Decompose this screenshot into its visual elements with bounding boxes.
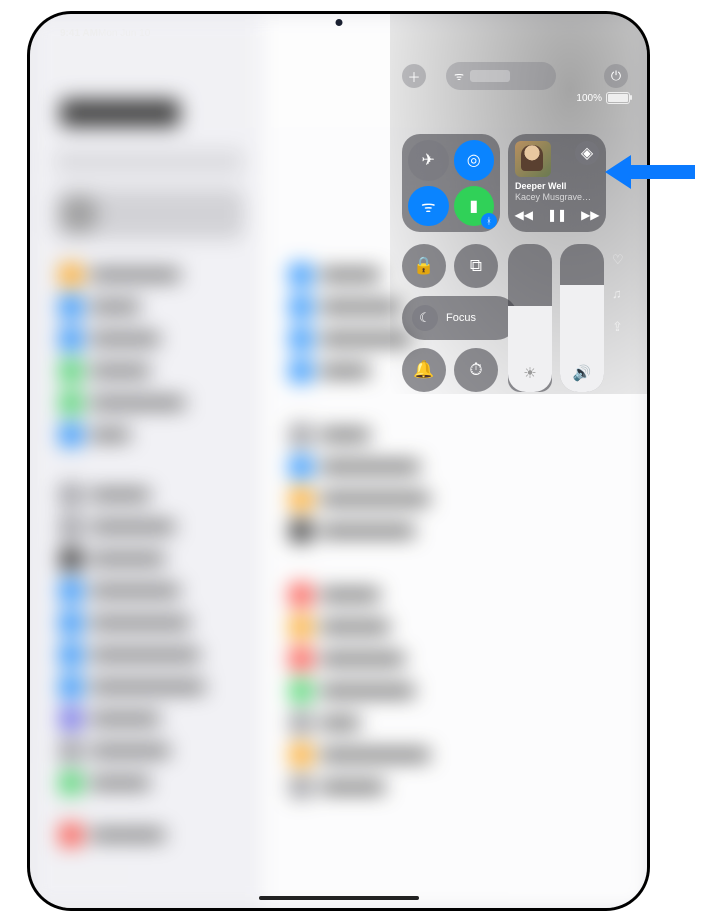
airplane-mode-button[interactable]: ✈	[408, 140, 449, 181]
screen-mirroring-button[interactable]: ⧉	[454, 244, 498, 288]
cast-icon[interactable]: ⇪	[612, 319, 624, 335]
mirror-icon: ⧉	[470, 256, 482, 276]
album-art	[515, 141, 551, 177]
airplane-icon: ✈	[422, 150, 435, 170]
airdrop-button[interactable]: ◎	[454, 140, 495, 181]
airplay-icon: ◈	[581, 143, 593, 163]
power-button[interactable]: ⏻	[604, 64, 628, 88]
bluetooth-badge-icon: ᚼ	[481, 213, 497, 229]
screen: 9:41 AM Mon Jun 10 ᯤ ＋ ⏻ 100% ✈ ◎	[30, 14, 647, 908]
battery-icon	[606, 92, 630, 104]
airplay-button[interactable]: ◈	[575, 141, 599, 165]
volume-slider[interactable]: 🔊	[560, 244, 604, 392]
bell-icon: 🔔	[413, 360, 434, 380]
brightness-slider[interactable]: ☀	[508, 244, 552, 392]
airdrop-icon: ◎	[467, 150, 481, 170]
heart-icon[interactable]: ♡	[612, 252, 624, 268]
status-pill-text	[470, 70, 510, 82]
wifi-mini-icon: ᯤ	[454, 69, 464, 84]
cellular-icon: ▮	[469, 196, 478, 216]
track-artist: Kacey Musgrave…	[515, 192, 599, 203]
orientation-lock-button[interactable]: 🔒	[402, 244, 446, 288]
home-indicator[interactable]	[259, 896, 419, 900]
moon-icon: ☾	[412, 305, 438, 331]
now-playing-card[interactable]: ◈ Deeper Well Kacey Musgrave… ◀◀ ❚❚ ▶▶	[508, 134, 606, 232]
callout-arrow	[605, 155, 695, 189]
power-icon: ⏻	[611, 68, 621, 84]
timer-button[interactable]: ⏱	[454, 348, 498, 392]
plus-icon: ＋	[407, 67, 420, 86]
battery-pct: 100%	[576, 93, 602, 104]
sun-icon: ☀	[508, 364, 552, 382]
side-suggestions: ♡ ♫ ⇪	[612, 252, 624, 335]
front-camera	[335, 19, 342, 26]
track-title: Deeper Well	[515, 181, 599, 192]
cellular-button[interactable]: ▮ ᚼ	[454, 186, 495, 227]
lock-icon: 🔒	[413, 256, 434, 276]
battery-indicator: 100%	[576, 92, 630, 104]
control-center: ᯤ ＋ ⏻ 100% ✈ ◎ ᯤ ▮ ᚼ	[402, 64, 634, 134]
speaker-icon: 🔊	[560, 364, 604, 382]
focus-label: Focus	[446, 312, 476, 324]
connectivity-card[interactable]: ✈ ◎ ᯤ ▮ ᚼ	[402, 134, 500, 232]
prev-track-button[interactable]: ◀◀	[514, 208, 532, 222]
timer-icon: ⏱	[469, 360, 482, 380]
silent-mode-button[interactable]: 🔔	[402, 348, 446, 392]
next-track-button[interactable]: ▶▶	[581, 208, 599, 222]
ipad-frame: 9:41 AM Mon Jun 10 ᯤ ＋ ⏻ 100% ✈ ◎	[27, 11, 650, 911]
dynamic-status-pill[interactable]: ᯤ	[446, 62, 556, 90]
add-control-button[interactable]: ＋	[402, 64, 426, 88]
wifi-icon: ᯤ	[421, 195, 436, 217]
pause-button[interactable]: ❚❚	[547, 208, 567, 222]
focus-button[interactable]: ☾ Focus	[402, 296, 518, 340]
wifi-button[interactable]: ᯤ	[408, 186, 449, 227]
music-note-icon[interactable]: ♫	[612, 286, 624, 301]
